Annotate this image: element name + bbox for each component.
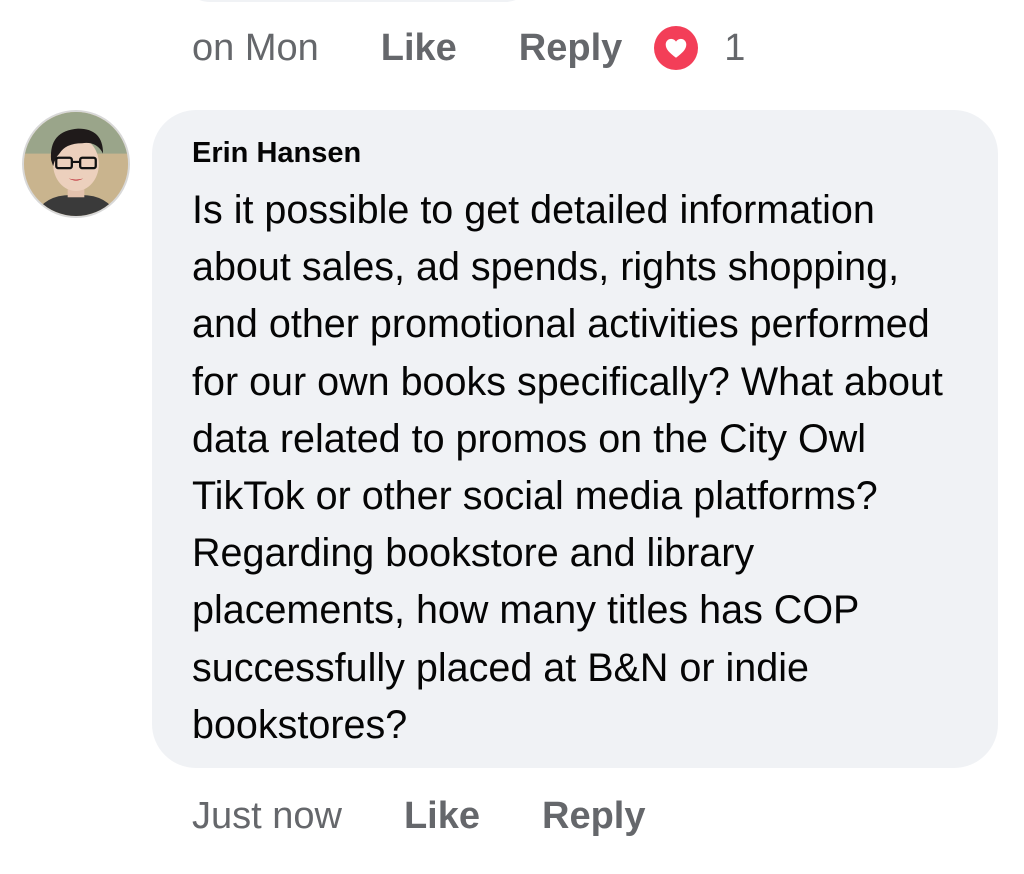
comment-timestamp[interactable]: Just now (192, 795, 342, 838)
previous-comment-actions: on Mon Like Reply 1 (192, 18, 745, 78)
reaction-count: 1 (724, 26, 746, 69)
comments-thread: on Mon Like Reply 1 Erin Hansen Is it po… (0, 0, 1024, 874)
comment-text: Is it possible to get detailed informati… (192, 188, 943, 747)
avatar[interactable] (22, 110, 130, 218)
heart-icon (654, 26, 699, 70)
comment-bubble[interactable]: Erin Hansen Is it possible to get detail… (152, 110, 998, 768)
reply-button[interactable]: Reply (542, 795, 645, 838)
previous-comment-bubble (180, 0, 535, 2)
previous-comment-reactions[interactable]: 1 (654, 26, 745, 70)
like-button[interactable]: Like (404, 795, 480, 838)
comment-actions: Just now Like Reply (192, 786, 646, 846)
previous-comment-like-button[interactable]: Like (381, 27, 457, 70)
previous-comment-reply-button[interactable]: Reply (519, 27, 622, 70)
previous-comment-timestamp[interactable]: on Mon (192, 27, 319, 70)
comment-author-name[interactable]: Erin Hansen (192, 136, 958, 170)
